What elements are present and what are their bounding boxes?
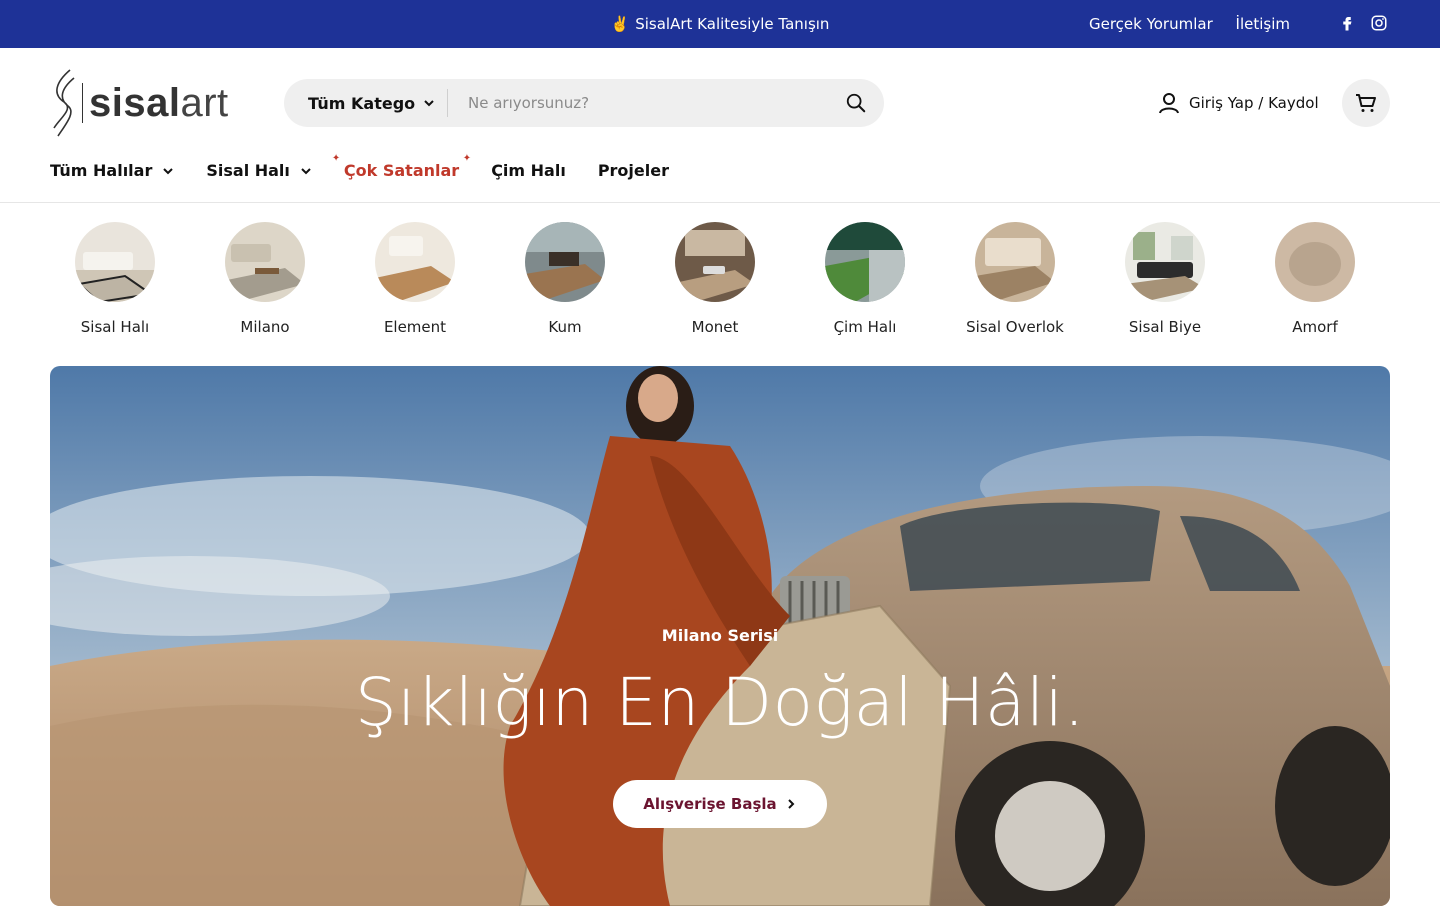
cart-icon xyxy=(1356,94,1376,112)
hero-eyebrow: Milano Serisi xyxy=(661,626,779,645)
nav-item-sisal-rug[interactable]: Sisal Halı xyxy=(206,161,312,180)
category-amorph[interactable]: Amorf xyxy=(1240,222,1390,336)
announcement-text: SisalArt Kalitesiyle Tanışın xyxy=(635,15,830,33)
user-icon xyxy=(1159,93,1179,114)
category-thumbnail xyxy=(225,222,305,302)
category-thumbnail xyxy=(1275,222,1355,302)
category-element[interactable]: Element xyxy=(340,222,490,336)
category-label: Sisal Overlok xyxy=(966,318,1064,336)
nav-item-grass-rug[interactable]: Çim Halı xyxy=(491,161,566,180)
category-carousel: Sisal Halı Milano Element Kum Monet Çim … xyxy=(0,222,1440,342)
logo-divider xyxy=(82,83,83,123)
social-links xyxy=(1338,14,1388,32)
nav-item-all-rugs[interactable]: Tüm Halılar xyxy=(50,161,174,180)
category-select-label: Tüm Katego xyxy=(308,93,416,113)
hero-title: Şıklığın En Doğal Hâli. xyxy=(354,664,1086,741)
category-thumbnail xyxy=(675,222,755,302)
category-label: Sisal Halı xyxy=(80,318,150,336)
nav-item-label: Projeler xyxy=(597,161,669,180)
category-thumbnail xyxy=(1125,222,1205,302)
category-thumbnail xyxy=(825,222,905,302)
reviews-link[interactable]: Gerçek Yorumlar xyxy=(1089,15,1213,33)
logo-wordmark: sisalart xyxy=(89,81,229,126)
nav-item-best-sellers[interactable]: ✦ Çok Satanlar ✦ xyxy=(332,153,471,180)
victory-hand-icon: ✌️ xyxy=(610,15,630,33)
sparkle-icon: ✦ xyxy=(462,153,472,164)
category-thumbnail xyxy=(525,222,605,302)
main-nav: Tüm Halılar Sisal Halı ✦ Çok Satanlar ✦ … xyxy=(50,153,701,180)
cart-button[interactable] xyxy=(1342,79,1390,127)
category-sisal-binding[interactable]: Sisal Biye xyxy=(1090,222,1240,336)
category-label: Sisal Biye xyxy=(1128,318,1202,336)
category-sisal-rug[interactable]: Sisal Halı xyxy=(40,222,190,336)
category-monet[interactable]: Monet xyxy=(640,222,790,336)
facebook-icon[interactable] xyxy=(1338,14,1356,32)
hero-banner: Milano Serisi Şıklığın En Doğal Hâli. Al… xyxy=(50,366,1390,906)
search-input[interactable] xyxy=(448,94,828,112)
nav-item-label: Sisal Halı xyxy=(206,161,290,180)
nav-item-label: Tüm Halılar xyxy=(50,161,153,180)
site-header: sisalart Tüm Katego Giriş Yap / Kaydol T… xyxy=(0,48,1440,203)
category-grass-rug[interactable]: Çim Halı xyxy=(790,222,940,336)
category-label: Monet xyxy=(691,318,739,336)
logo-mark-icon xyxy=(53,69,75,137)
logo-light-text: art xyxy=(180,80,229,125)
category-label: Milano xyxy=(240,318,290,336)
sparkle-icon: ✦ xyxy=(331,153,341,164)
site-logo[interactable]: sisalart xyxy=(50,68,229,138)
announcement-bar: ✌️ SisalArt Kalitesiyle Tanışın Gerçek Yo… xyxy=(0,0,1440,48)
category-label: Kum xyxy=(548,318,582,336)
category-sand[interactable]: Kum xyxy=(490,222,640,336)
topbar-links: Gerçek Yorumlar İletişim xyxy=(1071,0,1290,48)
category-sisal-overlock[interactable]: Sisal Overlok xyxy=(940,222,1090,336)
category-label: Amorf xyxy=(1292,318,1338,336)
chevron-right-icon xyxy=(787,799,795,809)
chevron-down-icon xyxy=(163,167,174,174)
nav-item-label: Çim Halı xyxy=(491,161,566,180)
category-thumbnail xyxy=(975,222,1055,302)
category-thumbnail xyxy=(75,222,155,302)
logo-strong-text: sisal xyxy=(89,80,181,125)
contact-link[interactable]: İletişim xyxy=(1236,15,1290,33)
instagram-icon[interactable] xyxy=(1370,14,1388,32)
search-button[interactable] xyxy=(828,79,884,127)
category-milano[interactable]: Milano xyxy=(190,222,340,336)
chevron-down-icon xyxy=(424,100,434,107)
category-label: Çim Halı xyxy=(833,318,897,336)
nav-item-label: Çok Satanlar xyxy=(343,161,460,180)
shop-now-button[interactable]: Alışverişe Başla xyxy=(613,780,827,828)
shop-now-label: Alışverişe Başla xyxy=(643,795,777,813)
category-select[interactable]: Tüm Katego xyxy=(284,94,447,113)
category-label: Element xyxy=(383,318,447,336)
account-label: Giriş Yap / Kaydol xyxy=(1189,94,1319,112)
chevron-down-icon xyxy=(301,167,311,174)
nav-item-projects[interactable]: Projeler xyxy=(598,161,669,180)
search-icon xyxy=(846,93,866,113)
account-link[interactable]: Giriş Yap / Kaydol xyxy=(1157,91,1319,115)
category-thumbnail xyxy=(375,222,455,302)
search-bar: Tüm Katego xyxy=(284,79,884,127)
